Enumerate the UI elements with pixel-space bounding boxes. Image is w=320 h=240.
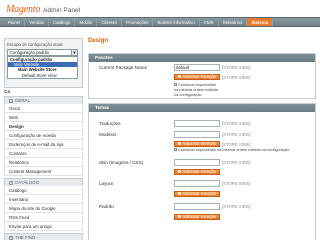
plus-icon: + [178, 74, 181, 79]
sidebar-item-google-sitemap[interactable]: Mapa do site do Google [4, 204, 83, 213]
label-modelos: Modelos [99, 132, 117, 137]
section-general[interactable]: - GERAL [4, 96, 83, 104]
nav-item-sistema[interactable]: Sistema [247, 18, 274, 26]
main-content: Design Pacotes Current Package Name [STO… [88, 38, 316, 240]
scope-dropdown-list: Configuração padrão Main Website Main We… [7, 56, 78, 79]
label-package-name: Current Package Name [99, 65, 148, 70]
nav-item-catalogo[interactable]: Catálogo [49, 18, 76, 26]
logo-subtitle: Admin Panel [43, 7, 81, 14]
nav-item-relatorios[interactable]: Relatórios [219, 18, 248, 26]
nav-item-vendas[interactable]: Vendas [25, 18, 49, 26]
sidebar-label: Co [4, 89, 11, 94]
modelos-input[interactable] [174, 131, 220, 138]
nav-item-painel[interactable]: Painel [4, 18, 26, 26]
main-nav: Painel Vendas Catálogo Mobile Clientes P… [0, 17, 320, 27]
admin-header: Magento Admin Panel [0, 0, 320, 17]
sidebar-item-send-friend[interactable]: Enviar para um amigo [4, 222, 83, 231]
label-layout: Layout [99, 181, 113, 186]
plus-icon: + [178, 191, 181, 196]
scope-title: Escopo de configuração atual: [7, 42, 64, 47]
label-traducoes: Traduções [99, 121, 121, 126]
scope-label: [STORE VIEW] [222, 65, 251, 70]
plus-icon: + [178, 214, 181, 219]
scope-switcher: Escopo de configuração atual: Configuraç… [4, 38, 83, 88]
match-expression-note: Combinar expressões na mesma ordem exibi… [174, 82, 218, 97]
fieldset-header-pacotes[interactable]: Pacotes [89, 54, 315, 62]
row-skin: Skin (Imagens / CSS) [STORE VIEW] + Adici… [89, 157, 315, 178]
nav-item-clientes[interactable]: Clientes [97, 18, 123, 26]
add-exception-button[interactable]: + Adicionar exceção [174, 74, 220, 80]
scope-label: [STORE VIEW] [222, 121, 251, 126]
sidebar-item-geral[interactable]: Geral [4, 104, 83, 113]
chevron-down-icon[interactable]: ▼ [71, 50, 77, 55]
magento-logo[interactable]: Magento Admin Panel [6, 4, 80, 15]
add-exception-button[interactable]: + Adicionar exceção [174, 169, 220, 175]
scope-option-store-view[interactable]: Default Store View [8, 73, 77, 78]
sidebar-item-catalogo[interactable]: Catálogo [4, 186, 83, 195]
logo-mark: Magento [6, 4, 41, 15]
traducoes-input[interactable] [174, 120, 220, 127]
layout-input[interactable] [174, 180, 220, 187]
section-the-find[interactable]: + THE FIND [4, 233, 83, 240]
row-modelos: Modelos [STORE VIEW] + Adicionar exceção … [89, 129, 315, 157]
row-traducoes: Traduções [STORE VIEW] [89, 118, 315, 129]
fieldset-header-temas[interactable]: Temas [89, 104, 315, 112]
scope-label: [STORE VIEW] [222, 160, 251, 165]
sidebar-item-emails[interactable]: Endereços de e-mail da loja [4, 140, 83, 149]
sidebar-item-rss[interactable]: RSS Feed [4, 213, 83, 222]
fieldset-pacotes: Pacotes Current Package Name [STORE VIEW… [88, 53, 316, 99]
skin-input[interactable] [174, 159, 220, 166]
sidebar-item-relatorios[interactable]: Relatórios [4, 158, 83, 167]
plus-icon: + [178, 169, 181, 174]
padrao-input[interactable] [174, 203, 220, 210]
add-exception-button[interactable]: + Adicionar exceção [174, 214, 220, 220]
collapse-icon: - [9, 180, 13, 185]
package-name-input[interactable] [174, 64, 220, 71]
checkbox-icon[interactable] [174, 148, 177, 152]
row-package-name: Current Package Name [STORE VIEW] +Adici… [89, 62, 315, 100]
scope-label: [STORE VIEW] [222, 204, 251, 209]
label-skin: Skin (Imagens / CSS) [99, 160, 144, 165]
scope-label: [STORE VIEW] [222, 75, 251, 80]
page-title: Design [88, 38, 109, 44]
sidebar-item-content-management[interactable]: Content Management [4, 167, 83, 176]
section-catalog[interactable]: - CATÁLOGO [4, 178, 83, 186]
add-exception-button[interactable]: + Adicionar exceção [174, 191, 220, 197]
row-padrao: Padrão [STORE VIEW] + Adicionar exceção [89, 201, 315, 223]
sidebar-item-web[interactable]: Web [4, 113, 83, 122]
nav-item-boletim[interactable]: Boletim informativo [153, 18, 200, 26]
scope-label: [STORE VIEW] [222, 132, 251, 137]
nav-item-promocoes[interactable]: Promoções [122, 18, 154, 26]
plus-icon: + [178, 141, 181, 146]
match-expression-note: Combinar expressões na mesma ordem exibi… [174, 147, 289, 153]
left-column: Escopo de configuração atual: Configuraç… [4, 38, 83, 240]
expand-icon: + [9, 235, 13, 240]
sidebar-item-contatos[interactable]: Contatos [4, 149, 83, 158]
sidebar-item-moeda[interactable]: Configuração de moeda [4, 131, 83, 140]
row-layout: Layout [STORE VIEW] + Adicionar exceção [89, 178, 315, 201]
collapse-icon: - [9, 98, 13, 103]
scope-select[interactable]: Configuração padrão ▼ [7, 49, 78, 56]
fieldset-temas: Temas Traduções [STORE VIEW] Modelos [ST… [88, 103, 316, 240]
sidebar-item-inventario[interactable]: Inventário [4, 195, 83, 204]
scope-selected-value: Configuração padrão [10, 50, 50, 55]
sidebar-item-design[interactable]: Design [4, 122, 83, 131]
scope-label: [STORE VIEW] [222, 181, 251, 186]
nav-item-cms[interactable]: CMS [200, 18, 219, 26]
nav-item-mobile[interactable]: Mobile [75, 18, 98, 26]
label-padrao: Padrão [99, 204, 114, 209]
